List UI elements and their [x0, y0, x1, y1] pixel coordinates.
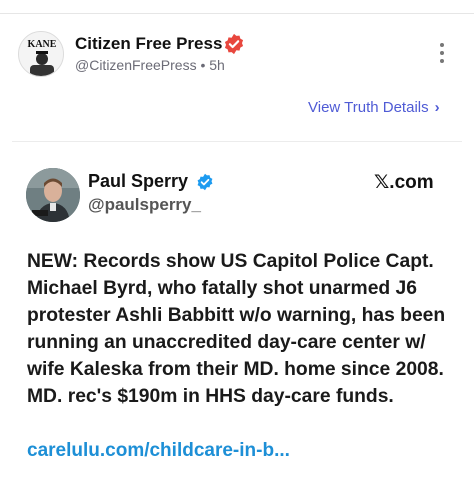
author-name[interactable]: Citizen Free Press [75, 34, 222, 54]
tweet-text: NEW: Records show US Capitol Police Capt… [27, 251, 446, 407]
verified-badge-icon [224, 33, 244, 55]
post-header: KANE Citizen Free Press @CitizenFreePres… [18, 31, 458, 81]
avatar-logo-text: KANE [28, 39, 57, 50]
verified-check-icon [197, 173, 213, 191]
tweet-author-name[interactable]: Paul Sperry [88, 171, 188, 192]
chevron-right-icon: › [434, 99, 440, 116]
top-divider [0, 13, 474, 14]
author-avatar[interactable]: KANE [18, 31, 64, 77]
author-meta: @CitizenFreePress • 5h [75, 57, 225, 73]
view-details-label: View Truth Details [308, 99, 429, 116]
view-truth-details-link[interactable]: View Truth Details › [308, 99, 440, 116]
tweet-author-avatar[interactable] [26, 168, 80, 222]
tweet-author-handle[interactable]: @paulsperry_ [88, 195, 201, 215]
post-time: 5h [209, 57, 225, 73]
tweet-link[interactable]: carelulu.com/childcare-in-b... [27, 440, 290, 462]
embedded-tweet-card[interactable]: Paul Sperry @paulsperry_ 𝕏.com NEW: Reco… [12, 141, 462, 481]
more-options-icon[interactable] [436, 43, 448, 67]
x-com-source[interactable]: 𝕏.com [374, 171, 434, 194]
author-handle[interactable]: @CitizenFreePress [75, 57, 197, 73]
meta-separator: • [200, 57, 210, 73]
